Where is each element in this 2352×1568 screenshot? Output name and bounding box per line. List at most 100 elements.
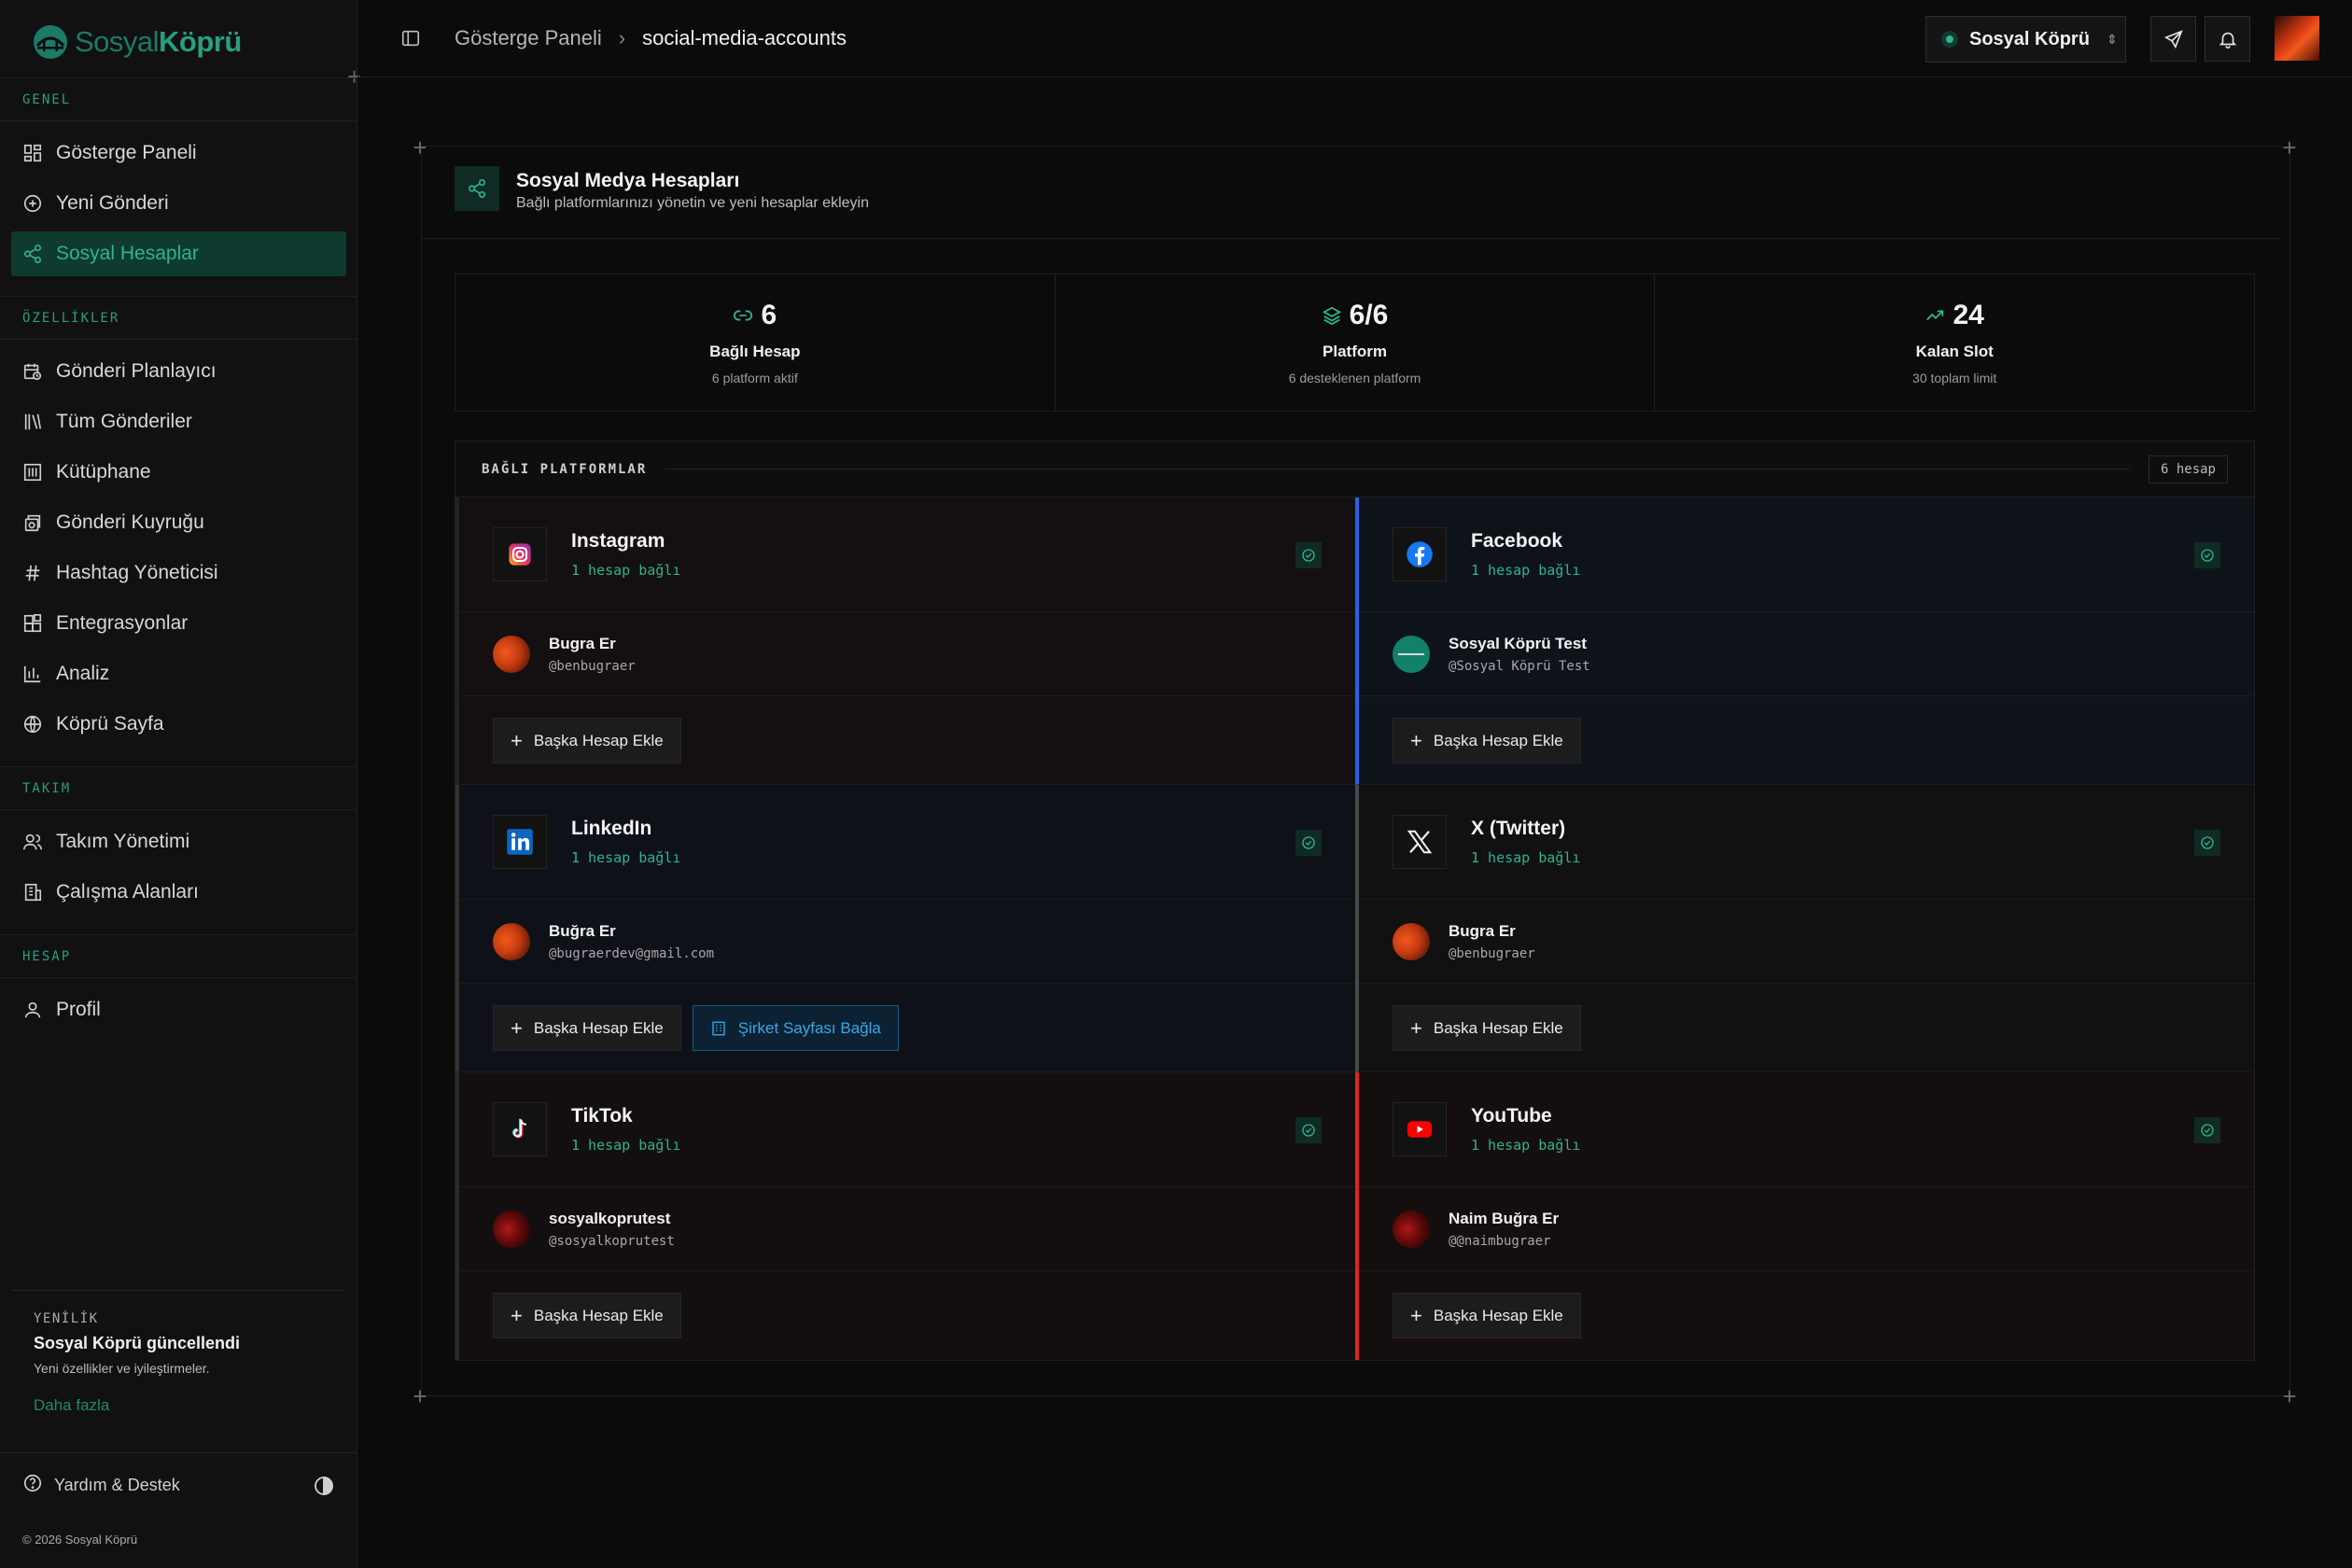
connect-company-page-button[interactable]: Şirket Sayfası Bağla [692,1005,899,1051]
blocks-icon [22,613,43,634]
sidebar-item-label: Analiz [56,663,110,684]
breadcrumb-item-dashboard[interactable]: Gösterge Paneli [455,26,602,50]
sidebar-item-hashtag[interactable]: Hashtag Yöneticisi [11,551,346,595]
stat-value: 6/6 [1349,300,1389,330]
platform-card-facebook: Facebook 1 hesap bağlı Sosyal Köprü Test… [1355,497,2254,785]
sidebar-item-label: Gönderi Kuyruğu [56,511,204,533]
account-row[interactable]: Bugra Er @benbugraer [1359,900,2254,984]
sidebar-item-analytics[interactable]: Analiz [11,651,346,696]
check-circle-icon [1295,830,1322,856]
globe-icon [22,714,43,735]
add-account-button[interactable]: + Başka Hesap Ekle [1393,718,1581,763]
account-row[interactable]: Naim Buğra Er @@naimbugraer [1359,1187,2254,1271]
platform-card-instagram: Instagram 1 hesap bağlı Bugra Er @benbug… [455,497,1355,785]
dashboard-icon [22,143,43,163]
building-icon [22,882,43,903]
brand-logo[interactable]: Sosyal Köprü [32,19,242,65]
youtube-icon [1393,1102,1447,1156]
account-name: Bugra Er [1449,921,1516,940]
topbar: Gösterge Paneli › social-media-accounts … [357,0,2352,77]
facebook-icon [1393,527,1447,581]
avatar [493,1210,530,1248]
breadcrumb: Gösterge Paneli › social-media-accounts [455,24,847,52]
sidebar-item-queue[interactable]: Gönderi Kuyruğu [11,500,346,545]
frame-line-top [419,146,2282,147]
linkedin-icon [493,815,547,869]
sidebar-item-new-post[interactable]: Yeni Gönderi [11,181,346,226]
platform-connected-count: 1 hesap bağlı [1471,562,1581,579]
add-account-button[interactable]: + Başka Hesap Ekle [493,1005,681,1051]
help-circle-icon [22,1473,43,1498]
news-more-link[interactable]: Daha fazla [34,1396,323,1415]
send-button[interactable] [2150,16,2196,62]
sidebar-heading: ÖZELLİKLER [0,297,357,340]
platform-connected-count: 1 hesap bağlı [571,849,681,866]
sidebar-toggle-icon[interactable] [400,28,421,53]
sidebar-section-genel: GENEL Gösterge Paneli Yeni Gönderi Sosya… [0,77,357,282]
corner-plus-icon: + [2282,1382,2297,1410]
sidebar-item-library[interactable]: Kütüphane [11,450,346,495]
notifications-button[interactable] [2205,16,2250,62]
add-account-button[interactable]: + Başka Hesap Ekle [493,1293,681,1338]
sidebar-item-label: Yeni Gönderi [56,192,169,214]
account-row[interactable]: Buğra Er @bugraerdev@gmail.com [459,900,1355,984]
tiktok-icon [493,1102,547,1156]
sidebar-item-bridge-page[interactable]: Köprü Sayfa [11,702,346,747]
add-account-button[interactable]: + Başka Hesap Ekle [493,718,681,763]
share-icon [22,244,43,264]
sidebar-item-scheduler[interactable]: Gönderi Planlayıcı [11,349,346,394]
theme-toggle-icon[interactable] [313,1475,335,1502]
hash-icon [22,563,43,583]
sidebar-item-workspaces[interactable]: Çalışma Alanları [11,870,346,915]
account-handle: @@naimbugraer [1449,1233,1551,1249]
platform-connected-count: 1 hesap bağlı [1471,1137,1581,1154]
sidebar-item-integrations[interactable]: Entegrasyonlar [11,601,346,646]
workspace-select[interactable]: Sosyal Köprü ⇕ [1925,16,2126,63]
plus-icon: + [1410,1015,1422,1040]
add-account-button[interactable]: + Başka Hesap Ekle [1393,1005,1581,1051]
sidebar-heading: HESAP [0,935,357,978]
user-avatar[interactable] [2275,16,2319,61]
add-account-label: Başka Hesap Ekle [533,731,664,749]
queue-icon [22,512,43,533]
account-name: Naim Buğra Er [1449,1209,1560,1227]
account-handle: @benbugraer [549,658,636,674]
check-circle-icon [1295,542,1322,568]
link-icon [734,310,753,321]
news-tag: YENİLİK [34,1311,99,1326]
layers-icon [1322,306,1341,326]
sidebar: Sosyal Köprü + GENEL Gösterge Paneli Yeni… [0,0,361,1568]
send-icon [2163,29,2183,49]
platform-card-youtube: YouTube 1 hesap bağlı Naim Buğra Er @@na… [1355,1072,2254,1360]
bell-icon [2219,32,2236,49]
plus-icon: + [511,728,523,752]
account-name: sosyalkoprutest [549,1209,671,1227]
account-row[interactable]: sosyalkoprutest @sosyalkoprutest [459,1187,1355,1271]
plus-icon: + [1410,728,1422,752]
connect-company-page-label: Şirket Sayfası Bağla [737,1018,881,1037]
page-subtitle: Bağlı platformlarınızı yönetin ve yeni h… [516,195,869,211]
sidebar-item-dashboard[interactable]: Gösterge Paneli [11,131,346,175]
sidebar-item-label: Takım Yönetimi [56,831,190,852]
sidebar-item-social-accounts[interactable]: Sosyal Hesaplar [11,231,346,276]
sidebar-item-profile[interactable]: Profil [11,987,346,1032]
plus-circle-icon [22,193,43,214]
add-account-button[interactable]: + Başka Hesap Ekle [1393,1293,1581,1338]
help-support-link[interactable]: Yardım & Destek [0,1452,357,1518]
account-row[interactable]: Sosyal Köprü Test @Sosyal Köprü Test [1359,612,2254,696]
sidebar-item-label: Sosyal Hesaplar [56,243,199,264]
trending-up-icon [1926,310,1944,321]
platform-name: Facebook [1471,530,1563,552]
sidebar-section-team: TAKIM Takım Yönetimi Çalışma Alanları [0,766,357,920]
platform-name: X (Twitter) [1471,818,1566,839]
stats-panel: 6 Bağlı Hesap 6 platform aktif 6/6 Platf… [455,273,2255,412]
sidebar-item-all-posts[interactable]: Tüm Gönderiler [11,399,346,444]
stat-label: Bağlı Hesap [709,343,801,360]
building-icon [712,1021,725,1035]
chevron-right-icon: › [618,26,626,49]
account-row[interactable]: Bugra Er @benbugraer [459,612,1355,696]
account-name: Buğra Er [549,921,616,940]
sidebar-item-label: Gösterge Paneli [56,142,197,163]
sidebar-item-team-management[interactable]: Takım Yönetimi [11,819,346,864]
x-twitter-icon [1393,815,1447,869]
